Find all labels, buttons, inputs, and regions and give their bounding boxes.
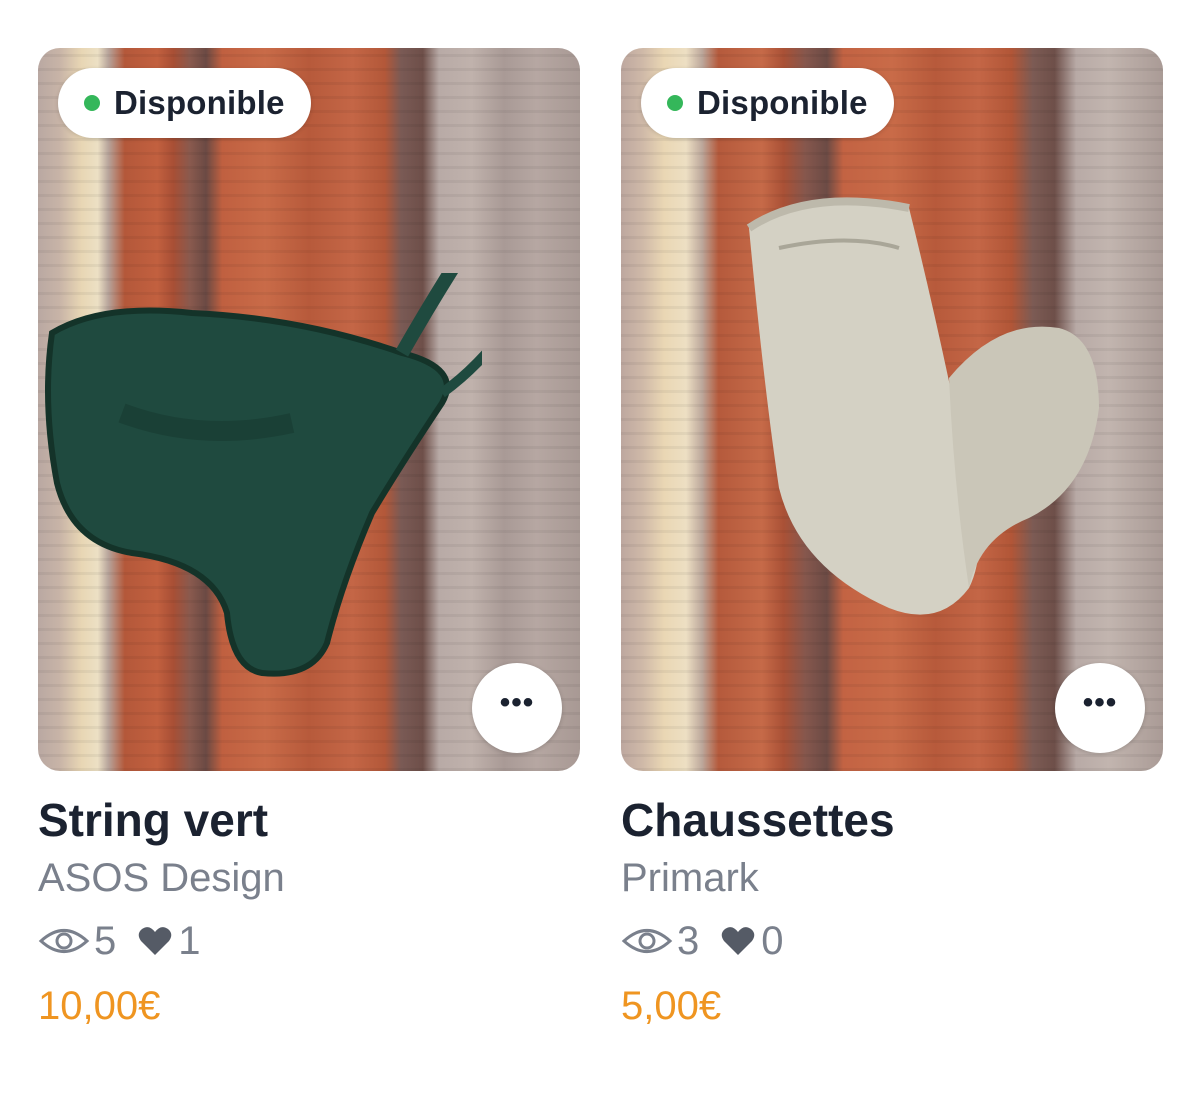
views-count: 3 <box>677 918 700 963</box>
listings-grid: Disponible ••• String vert ASOS Design 5… <box>0 0 1200 1117</box>
status-label: Disponible <box>114 84 285 121</box>
ellipsis-icon: ••• <box>499 686 535 719</box>
green-thong-image <box>45 273 482 677</box>
heart-icon <box>721 927 755 956</box>
listing-photo[interactable]: Disponible ••• <box>621 48 1163 771</box>
views-count: 5 <box>94 918 117 963</box>
likes-count: 0 <box>761 918 784 963</box>
white-socks-image <box>746 197 1099 615</box>
listing-photo[interactable]: Disponible ••• <box>38 48 580 771</box>
listing-title[interactable]: Chaussettes <box>621 793 1163 848</box>
listing-stats: 5 1 <box>38 916 580 966</box>
heart-icon <box>138 927 172 956</box>
listing-brand: ASOS Design <box>38 856 285 901</box>
listing-brand: Primark <box>621 856 759 901</box>
listing-price: 10,00€ <box>38 984 161 1029</box>
status-badge: Disponible <box>641 68 894 138</box>
more-options-button[interactable]: ••• <box>472 663 562 753</box>
eye-icon <box>38 929 90 954</box>
listing-card[interactable]: Disponible ••• Chaussettes Primark 3 0 5… <box>621 48 1163 1030</box>
available-dot-icon <box>667 95 683 111</box>
listing-stats: 3 0 <box>621 916 1163 966</box>
listing-card[interactable]: Disponible ••• String vert ASOS Design 5… <box>38 48 580 1030</box>
listing-title[interactable]: String vert <box>38 793 580 848</box>
more-options-button[interactable]: ••• <box>1055 663 1145 753</box>
listing-price: 5,00€ <box>621 984 722 1029</box>
status-badge: Disponible <box>58 68 311 138</box>
status-label: Disponible <box>697 84 868 121</box>
ellipsis-icon: ••• <box>1082 686 1118 719</box>
likes-count: 1 <box>178 918 201 963</box>
available-dot-icon <box>84 95 100 111</box>
eye-icon <box>621 929 673 954</box>
